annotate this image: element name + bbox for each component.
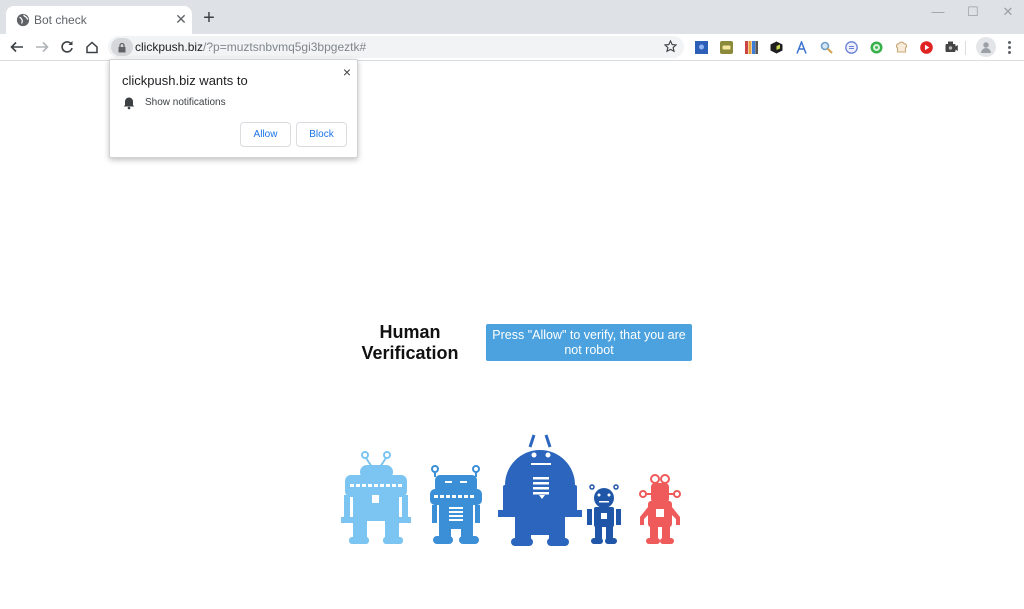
site-info-button[interactable]	[111, 38, 133, 56]
robot-red	[639, 474, 681, 544]
url-host: clickpush.biz	[135, 40, 204, 54]
home-button[interactable]	[83, 38, 101, 56]
allow-button[interactable]: Allow	[240, 122, 291, 147]
url-path: /?p=muztsnbvmq5gi3bpgeztk#	[203, 40, 367, 54]
ext-red-play-icon	[919, 40, 933, 54]
arrow-right-icon	[36, 41, 49, 53]
toolbar-divider	[965, 41, 966, 55]
new-tab-button[interactable]: +	[200, 8, 218, 28]
heading-line-2: Verification	[361, 343, 459, 363]
popup-close-icon[interactable]: ×	[339, 64, 355, 80]
menu-dot	[1007, 40, 1011, 44]
ext-chef-hat-icon	[895, 41, 907, 53]
permission-text: Show notifications	[145, 97, 226, 108]
home-icon	[86, 41, 98, 54]
star-icon	[663, 39, 677, 52]
ext-camera-icon	[945, 41, 958, 52]
reload-button[interactable]	[58, 38, 76, 56]
page-heading: Human Verification	[350, 322, 470, 364]
lock-icon	[118, 42, 126, 52]
extension-button-9[interactable]	[893, 39, 909, 55]
extension-button-7[interactable]	[843, 39, 859, 55]
menu-dot	[1007, 50, 1011, 54]
extension-button-8[interactable]	[868, 39, 884, 55]
robot-small-navy	[587, 484, 621, 544]
tab-bot-check[interactable]: Bot check ✕	[6, 6, 192, 34]
arrow-left-icon	[10, 41, 23, 53]
browser-toolbar: clickpush.biz/?p=muztsnbvmq5gi3bpgeztk#	[0, 34, 1024, 61]
extension-button-1[interactable]	[693, 39, 709, 55]
robot-mid-blue	[430, 465, 482, 544]
robot-light-blue	[341, 451, 411, 544]
ext-cc-icon	[719, 40, 733, 54]
forward-button[interactable]	[33, 38, 51, 56]
avatar-icon	[981, 42, 991, 53]
tab-close-icon[interactable]: ✕	[173, 11, 189, 27]
extension-button-11[interactable]	[943, 39, 959, 55]
browser-menu-button[interactable]	[1003, 38, 1015, 56]
ext-swap-circle-icon	[844, 40, 858, 54]
heading-line-1: Human	[379, 322, 441, 342]
ext-green-wheel-icon	[870, 41, 882, 53]
address-bar[interactable]: clickpush.biz/?p=muztsnbvmq5gi3bpgeztk#	[108, 36, 684, 58]
menu-dot	[1007, 45, 1011, 49]
back-button[interactable]	[8, 38, 26, 56]
tab-title: Bot check	[34, 13, 87, 27]
ext-cube-icon	[770, 41, 782, 53]
profile-button[interactable]	[976, 37, 996, 57]
block-button[interactable]: Block	[296, 122, 347, 147]
bookmark-star-button[interactable]	[662, 38, 678, 54]
robot-big-blue	[498, 434, 582, 546]
ext-blue-square-icon	[694, 40, 708, 54]
globe-icon	[16, 13, 30, 27]
window-minimize-button[interactable]: —	[923, 3, 953, 21]
robots-illustration	[341, 434, 681, 546]
verify-instruction-button[interactable]: Press "Allow" to verify, that you are no…	[486, 324, 692, 361]
extension-button-5[interactable]	[793, 39, 809, 55]
url-text: clickpush.biz/?p=muztsnbvmq5gi3bpgeztk#	[135, 40, 366, 54]
extension-button-3[interactable]	[743, 39, 759, 55]
window-maximize-button[interactable]: ☐	[958, 3, 988, 21]
window-close-button[interactable]: ✕	[993, 3, 1023, 21]
bell-icon	[123, 97, 135, 110]
notification-permission-popup: clickpush.biz wants to × Show notificati…	[109, 59, 358, 158]
tab-strip: Bot check ✕ + — ☐ ✕	[0, 0, 1024, 34]
extension-button-2[interactable]	[718, 39, 734, 55]
extension-button-4[interactable]	[768, 39, 784, 55]
extension-button-10[interactable]	[918, 39, 934, 55]
extension-button-6[interactable]	[818, 39, 834, 55]
ext-books-icon	[744, 40, 758, 54]
popup-title: clickpush.biz wants to	[122, 73, 248, 88]
ext-magnifier-icon	[820, 41, 833, 54]
reload-icon	[61, 41, 73, 53]
ext-font-a-icon	[795, 40, 807, 54]
